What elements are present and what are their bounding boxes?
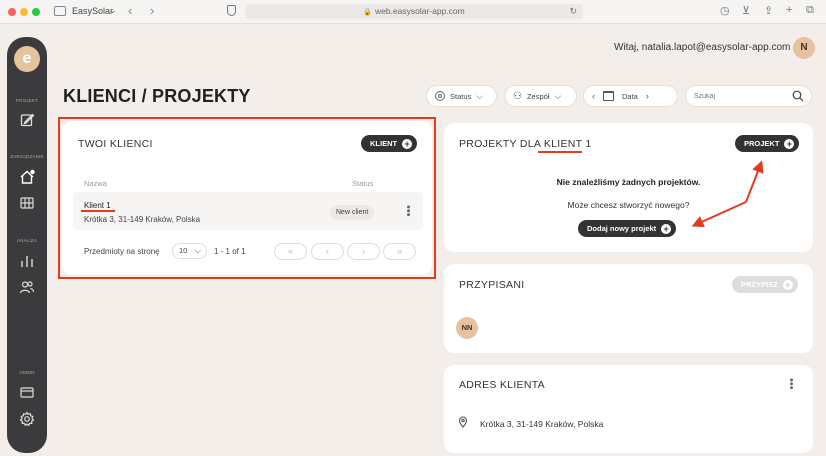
arrow-to-create-button: [691, 201, 747, 228]
annotation-arrows: [691, 160, 764, 228]
arrow-to-project-button: [745, 160, 764, 203]
